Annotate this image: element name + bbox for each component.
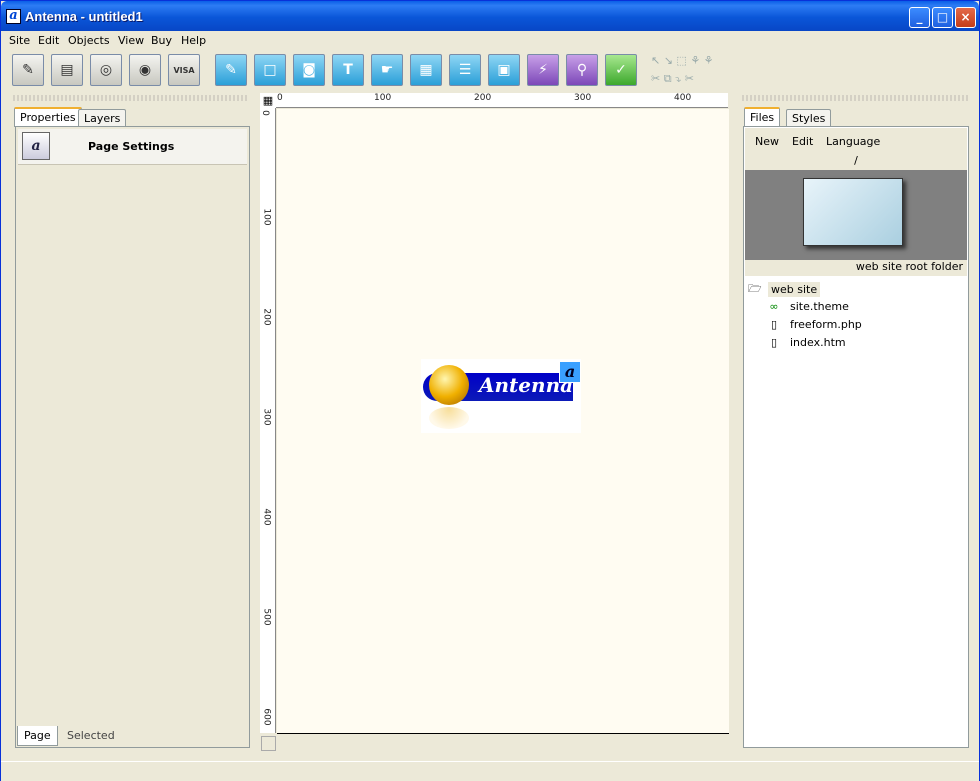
layers-icon: ▦ [419, 62, 433, 78]
ruler-tick-label: 200 [474, 93, 492, 103]
link-tool[interactable]: ☛ [371, 54, 403, 86]
flash-tool[interactable]: ⚡ [527, 54, 559, 86]
preview-icon: ◉ [138, 62, 152, 78]
edit-page-icon: ✎ [225, 62, 237, 78]
logo-ball [429, 365, 469, 405]
align-icon: ☰ [458, 62, 472, 78]
page-bottom-line [277, 733, 729, 734]
image-icon: ◙ [302, 62, 316, 78]
menu-view[interactable]: View [118, 34, 144, 47]
link-icon: ☛ [380, 62, 394, 78]
app-window: a Antenna - untitled1 _ □ × Site Edit Ob… [0, 0, 980, 781]
check-tool[interactable]: ✓ [605, 54, 637, 86]
check-icon: ✓ [615, 62, 627, 78]
canvas-corner-box[interactable] [261, 736, 276, 751]
page-settings-header: a Page Settings [18, 129, 247, 165]
media-icon: ▣ [497, 62, 511, 78]
menu-help[interactable]: Help [181, 34, 206, 47]
align-tool[interactable]: ☰ [449, 54, 481, 86]
maximize-button[interactable]: □ [932, 7, 953, 28]
ruler-corner-grid-icon[interactable]: ▦ [260, 93, 276, 108]
preview-button[interactable]: ◉ [129, 54, 161, 86]
publish-button[interactable]: ◎ [90, 54, 122, 86]
folder-icon [803, 178, 903, 246]
tab-layers[interactable]: Layers [78, 109, 127, 127]
text-icon: T [343, 62, 353, 78]
current-path: / [745, 154, 967, 170]
tree-item-label: web site [768, 282, 821, 297]
publish-icon: ◎ [99, 62, 113, 78]
files-edit-button[interactable]: Edit [792, 135, 813, 148]
window-title: Antenna - untitled1 [25, 9, 143, 24]
files-panel: New Edit Language / web site root folder… [743, 126, 969, 748]
root-folder-label: web site root folder [745, 260, 967, 276]
app-icon: a [6, 9, 21, 24]
minimize-button[interactable]: _ [909, 7, 930, 28]
edit-page-button[interactable]: ✎ [215, 54, 247, 86]
zoom-icon: ⚲ [576, 62, 588, 78]
rectangle-icon: □ [263, 62, 277, 78]
menu-edit[interactable]: Edit [38, 34, 59, 47]
menu-site[interactable]: Site [9, 34, 30, 47]
open-site-icon: ✎ [22, 62, 34, 78]
zoom-tool[interactable]: ⚲ [566, 54, 598, 86]
folder-open-icon: 🗁 [748, 282, 762, 295]
open-site-button[interactable]: ✎ [12, 54, 44, 86]
title-bar[interactable]: a Antenna - untitled1 _ □ × [1, 1, 979, 31]
tab-styles[interactable]: Styles [786, 109, 832, 127]
ruler-tick-label: 300 [574, 93, 592, 103]
media-tool[interactable]: ▣ [488, 54, 520, 86]
logo-reflection [429, 407, 469, 429]
image-tool[interactable]: ◙ [293, 54, 325, 86]
ruler-tick-label: 100 [374, 93, 392, 103]
antenna-logo-image[interactable]: Antenna a [421, 359, 581, 433]
ruler-tick-label: 600 [261, 708, 272, 726]
page-settings-title: Page Settings [88, 140, 175, 153]
properties-panel: a Page Settings [15, 126, 250, 748]
tab-page[interactable]: Page [17, 726, 58, 746]
layers-tool[interactable]: ▦ [410, 54, 442, 86]
tab-selected[interactable]: Selected [61, 726, 121, 746]
tree-item-label: index.htm [790, 336, 846, 349]
visa-card-icon: VISA [173, 65, 195, 75]
tree-item-label: freeform.php [790, 318, 862, 331]
left-panel-grip[interactable] [13, 95, 249, 101]
ruler-tick-label: 0 [277, 93, 283, 103]
close-button[interactable]: × [955, 7, 976, 28]
logo-badge: a [559, 361, 581, 383]
status-bar [1, 761, 979, 781]
files-new-button[interactable]: New [755, 135, 779, 148]
rectangle-tool[interactable]: □ [254, 54, 286, 86]
right-panel-grip[interactable] [742, 95, 968, 101]
tab-properties[interactable]: Properties [14, 107, 82, 127]
save-button[interactable]: ▤ [51, 54, 83, 86]
ruler-tick-label: 500 [261, 608, 272, 626]
save-icon: ▤ [60, 62, 74, 78]
ruler-tick-label: 300 [261, 408, 272, 426]
theme-icon: ∞ [769, 300, 779, 313]
tab-files[interactable]: Files [744, 107, 781, 127]
files-menu: New Edit Language [745, 128, 967, 154]
horizontal-ruler: 0 100 200 300 400 [276, 93, 728, 108]
files-language-button[interactable]: Language [826, 135, 880, 148]
vertical-ruler: 0 100 200 300 400 500 600 [260, 108, 276, 733]
ruler-tick-label: 400 [261, 508, 272, 526]
cut-copy-paste-icon[interactable]: ✂ ⧉ ⤵ ✂ [651, 72, 694, 86]
document-icon: ▯ [770, 318, 778, 331]
tree-item-label: site.theme [790, 300, 849, 313]
buy-button[interactable]: VISA [168, 54, 200, 86]
ruler-tick-label: 200 [261, 308, 272, 326]
folder-preview [745, 170, 967, 260]
ruler-tick-label: 0 [259, 110, 270, 116]
menu-bar: Site Edit Objects View Buy Help [1, 31, 979, 51]
ruler-tick-label: 100 [261, 208, 272, 226]
flash-icon: ⚡ [538, 62, 548, 78]
ruler-tick-label: 400 [674, 93, 692, 103]
document-icon: ▯ [770, 336, 778, 349]
page-settings-icon: a [22, 132, 50, 160]
text-tool[interactable]: T [332, 54, 364, 86]
arrange-arrows-icon[interactable]: ↖ ↘ ⬚ ⚘ ⚘ [651, 54, 714, 67]
menu-objects[interactable]: Objects [68, 34, 110, 47]
menu-buy[interactable]: Buy [151, 34, 172, 47]
